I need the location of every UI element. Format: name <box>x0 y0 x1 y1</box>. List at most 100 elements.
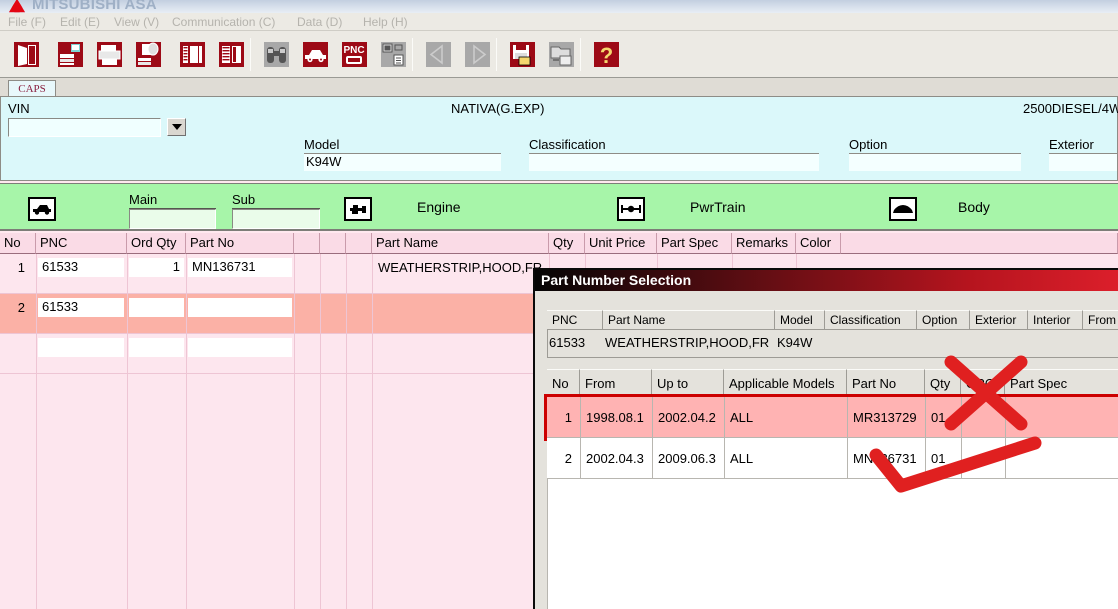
dialog-cell-from: 1998.08.1 <box>586 397 652 438</box>
dialog-column-divider <box>652 438 653 479</box>
layout-list-button[interactable] <box>213 36 250 73</box>
option-input[interactable] <box>849 154 1021 171</box>
sub-input[interactable] <box>232 209 320 229</box>
question-mark-icon: ? <box>591 39 622 70</box>
dialog-criteria-header-from[interactable]: From <box>1083 310 1118 330</box>
dialog-criteria-header-model[interactable]: Model <box>775 310 825 330</box>
cell-part_no-input[interactable] <box>188 338 292 357</box>
menu-item-view[interactable]: View (V) <box>114 15 159 30</box>
menu-item-help[interactable]: Help (H) <box>363 15 408 30</box>
grid-header-part_no[interactable]: Part No <box>186 233 294 254</box>
dialog-cell-no: 1 <box>547 397 580 438</box>
grid-header-c2[interactable] <box>320 233 346 254</box>
cell-pnc-input[interactable]: 61533 <box>38 298 124 317</box>
menu-bar: File (F) Edit (E) View (V) Communication (C… <box>0 13 1118 31</box>
main-label: Main <box>129 192 157 207</box>
dialog-column-divider <box>961 438 962 479</box>
toolbar-separator <box>496 38 497 71</box>
dialog-criteria-header-classification[interactable]: Classification <box>825 310 917 330</box>
nav-label-engine[interactable]: Engine <box>417 199 461 215</box>
body-glyph-icon <box>892 203 914 216</box>
print-setup-button[interactable] <box>130 36 167 73</box>
dialog-cell-opc <box>967 397 1005 438</box>
grid-header-qty[interactable]: Qty <box>549 233 585 254</box>
grid-header-remarks[interactable]: Remarks <box>732 233 796 254</box>
dialog-result-header-qty[interactable]: Qty <box>925 369 961 397</box>
nav-label-body[interactable]: Body <box>958 199 990 215</box>
vin-dropdown-button[interactable] <box>167 118 186 136</box>
dialog-result-header-from[interactable]: From <box>580 369 652 397</box>
main-input[interactable] <box>129 209 216 229</box>
dialog-result-header-part-no[interactable]: Part No <box>847 369 925 397</box>
grid-header-part_spec[interactable]: Part Spec <box>657 233 732 254</box>
cell-pnc-input[interactable]: 61533 <box>38 258 124 277</box>
vin-input[interactable] <box>8 118 161 137</box>
exterior-input[interactable] <box>1049 154 1117 171</box>
menu-item-communication[interactable]: Communication (C) <box>172 15 275 30</box>
dialog-result-header-up-to[interactable]: Up to <box>652 369 724 397</box>
dialog-criteria-row <box>547 330 1118 358</box>
grid-header-unit_price[interactable]: Unit Price <box>585 233 657 254</box>
grid-header-c3[interactable] <box>346 233 372 254</box>
door-exit-icon <box>11 39 42 70</box>
dialog-criteria-header-part-name[interactable]: Part Name <box>603 310 775 330</box>
menu-item-file[interactable]: File (F) <box>8 15 46 30</box>
toolbar-separator <box>412 38 413 71</box>
grid-header-ord_qty[interactable]: Ord Qty <box>127 233 186 254</box>
save-button[interactable] <box>504 36 541 73</box>
dialog-body: PNCPart NameModelClassificationOptionExt… <box>535 291 1118 609</box>
car-icon[interactable] <box>28 197 56 221</box>
help-button[interactable]: ? <box>588 36 625 73</box>
model-name-text: NATIVA(G.EXP) <box>451 101 544 116</box>
cell-part_no-input[interactable] <box>188 298 292 317</box>
dialog-result-header-models[interactable]: Applicable Models <box>724 369 847 397</box>
dialog-cell-up-to: 2002.04.2 <box>658 397 724 438</box>
model-input[interactable]: K94W <box>304 154 501 171</box>
engine-spec-text: 2500DIESEL/4W <box>1023 101 1118 116</box>
floppy-save-icon <box>507 39 538 70</box>
cell-part-name: WEATHERSTRIP,HOOD,FR <box>374 259 549 277</box>
cell-part_no-input[interactable]: MN136731 <box>188 258 292 277</box>
vehicle-button[interactable] <box>297 36 334 73</box>
cell-ord_qty-input[interactable]: 1 <box>129 258 184 277</box>
open-button <box>543 36 580 73</box>
cell-ord_qty-input[interactable] <box>129 338 184 357</box>
cell-pnc-input[interactable] <box>38 338 124 357</box>
body-icon[interactable] <box>889 197 917 221</box>
dialog-result-header-opc[interactable]: OPC <box>961 369 1005 397</box>
grid-header-color[interactable]: Color <box>796 233 841 254</box>
print-button[interactable] <box>91 36 128 73</box>
window-title: MITSUBISHI ASA <box>32 0 157 13</box>
chevron-down-icon <box>172 124 182 130</box>
exit-button[interactable] <box>8 36 45 73</box>
classification-input[interactable] <box>529 154 819 171</box>
dialog-criteria-header-pnc[interactable]: PNC <box>547 310 603 330</box>
sub-label: Sub <box>232 192 255 207</box>
axle-icon[interactable] <box>617 197 645 221</box>
notes-button <box>375 36 412 73</box>
dialog-column-divider <box>847 438 848 479</box>
grid-header-c1[interactable] <box>294 233 320 254</box>
grid-header-pnc[interactable]: PNC <box>36 233 127 254</box>
menu-item-data[interactable]: Data (D) <box>297 15 342 30</box>
grid-header-no[interactable]: No <box>0 233 36 254</box>
grid-header-part_name[interactable]: Part Name <box>372 233 549 254</box>
layout-split-button[interactable] <box>174 36 211 73</box>
dialog-cell-opc <box>967 438 1005 479</box>
print-setup-icon <box>133 39 164 70</box>
dialog-criteria-header-option[interactable]: Option <box>917 310 970 330</box>
pnc-button[interactable]: PNC <box>336 36 373 73</box>
car-glyph-icon <box>31 202 53 216</box>
nav-label-pwrtrain[interactable]: PwrTrain <box>690 199 746 215</box>
window-titlebar: MITSUBISHI ASA <box>0 0 1118 13</box>
dialog-criteria-header-exterior[interactable]: Exterior <box>970 310 1028 330</box>
engine-icon[interactable] <box>344 197 372 221</box>
dialog-result-header-spec[interactable]: Part Spec <box>1005 369 1118 397</box>
dialog-cell-qty: 01 <box>931 438 961 479</box>
dialog-result-header-no[interactable]: No <box>547 369 580 397</box>
dialog-criteria-header-interior[interactable]: Interior <box>1028 310 1083 330</box>
cell-ord_qty-input[interactable] <box>129 298 184 317</box>
dialog-column-divider <box>652 397 653 438</box>
print-preview-button[interactable] <box>52 36 89 73</box>
menu-item-edit[interactable]: Edit (E) <box>60 15 100 30</box>
